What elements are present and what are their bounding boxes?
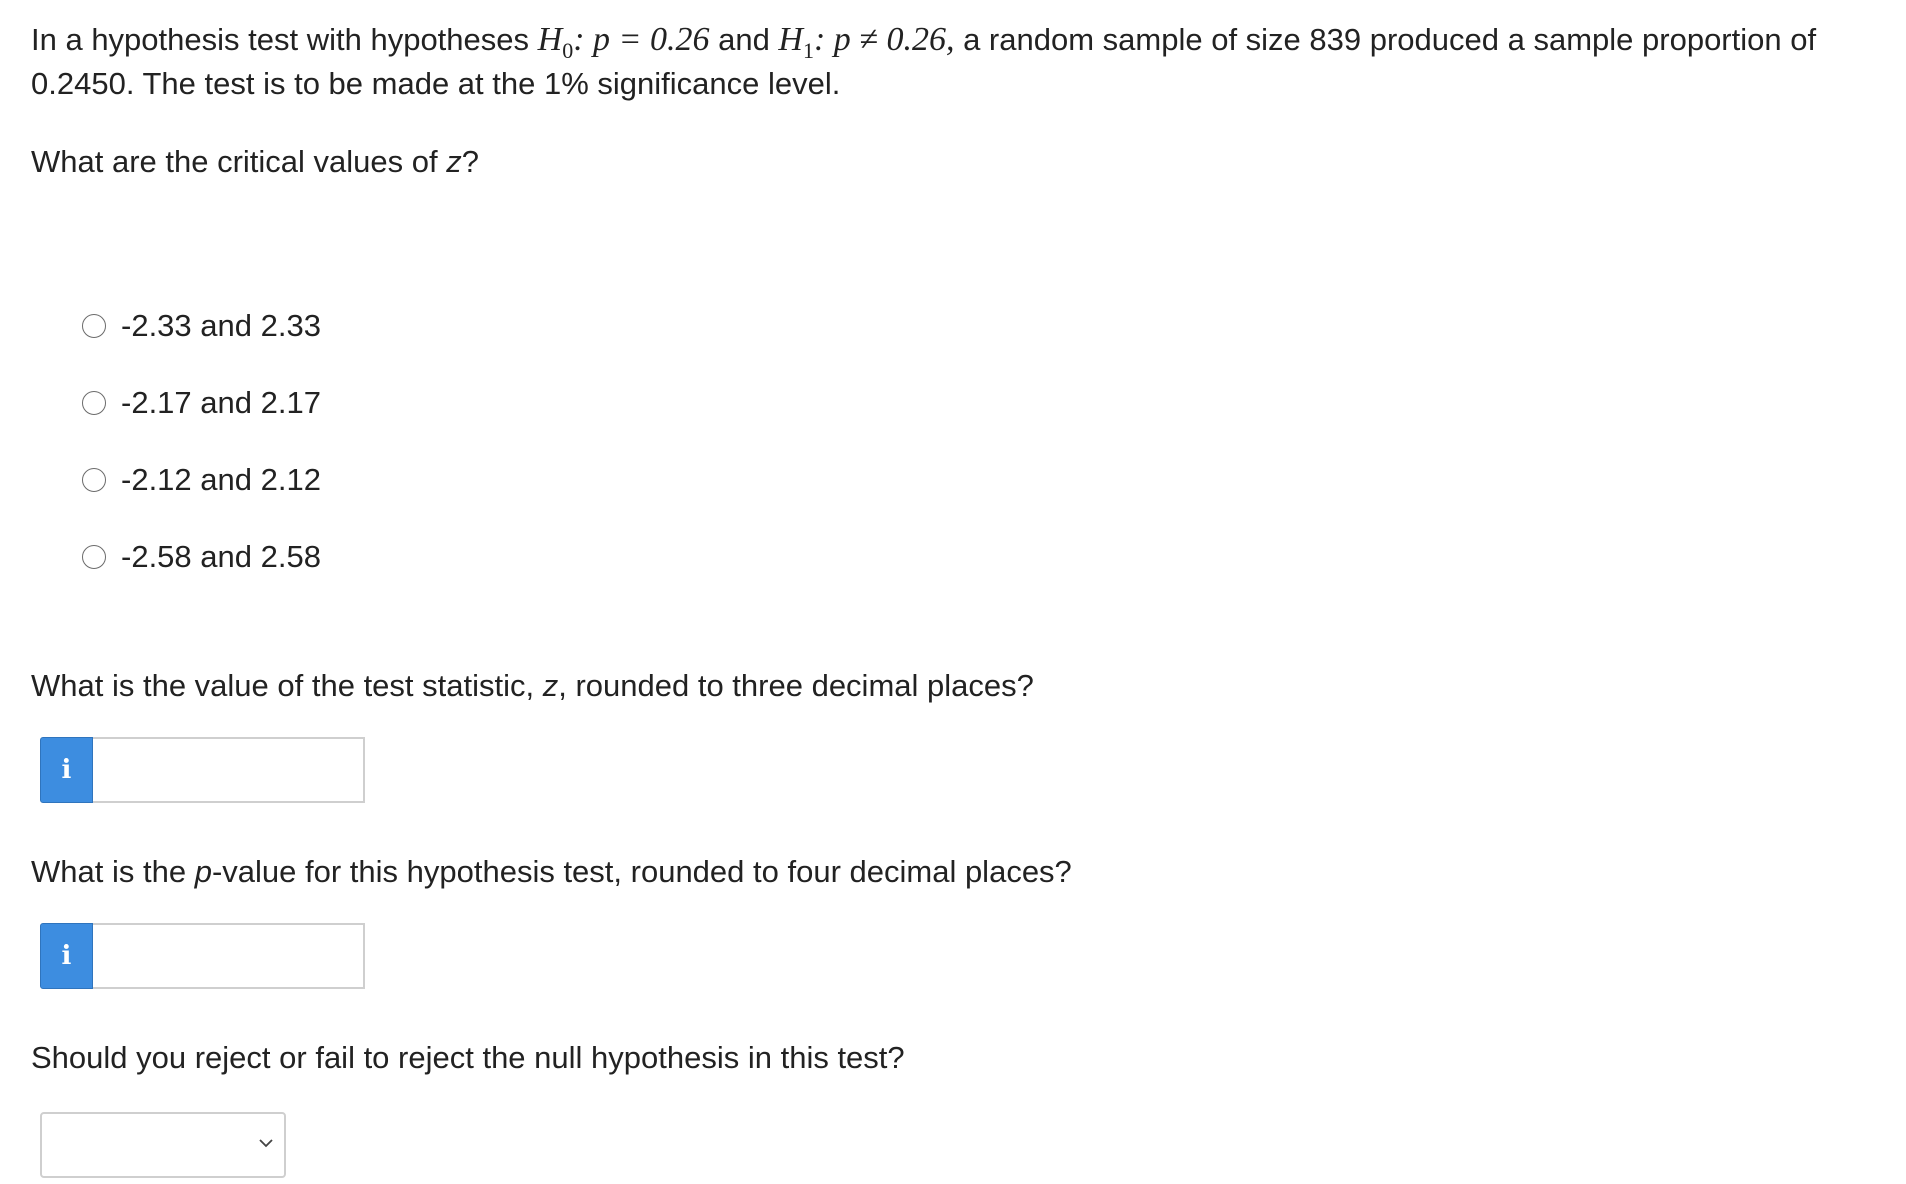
option-3[interactable]: -2.12 and 2.12 (82, 458, 321, 502)
p-value-input[interactable] (93, 923, 365, 989)
test-statistic-input[interactable] (93, 737, 365, 803)
option-label: -2.17 and 2.17 (121, 385, 321, 420)
p-value-prompt: What is the p-value for this hypothesis … (31, 854, 1072, 889)
question-container: In a hypothesis test with hypotheses H0:… (31, 18, 1881, 1178)
radio-button[interactable] (82, 468, 106, 492)
p-value-answer: i (40, 923, 365, 989)
option-4[interactable]: -2.58 and 2.58 (82, 535, 321, 579)
radio-button[interactable] (82, 391, 106, 415)
option-label: -2.58 and 2.58 (121, 539, 321, 574)
radio-button[interactable] (82, 314, 106, 338)
test-statistic-prompt: What is the value of the test statistic,… (31, 668, 1034, 703)
and-text: and (709, 22, 779, 57)
h0-hypothesis: H0: p = 0.26 (537, 21, 710, 63)
question-text: In a hypothesis test with hypotheses H0:… (31, 18, 1881, 106)
intro-prefix: In a hypothesis test with hypotheses (31, 22, 538, 57)
option-1[interactable]: -2.33 and 2.33 (82, 304, 321, 348)
critical-values-prompt: What are the critical values of z? (31, 144, 479, 179)
critical-values-options: -2.33 and 2.33 -2.17 and 2.17 -2.12 and … (82, 304, 321, 612)
info-icon[interactable]: i (40, 923, 93, 989)
option-2[interactable]: -2.17 and 2.17 (82, 381, 321, 425)
chevron-down-icon (259, 1139, 273, 1148)
option-label: -2.33 and 2.33 (121, 308, 321, 343)
info-icon[interactable]: i (40, 737, 93, 803)
reject-decision-prompt: Should you reject or fail to reject the … (31, 1040, 905, 1075)
test-statistic-answer: i (40, 737, 365, 803)
radio-button[interactable] (82, 545, 106, 569)
option-label: -2.12 and 2.12 (121, 462, 321, 497)
reject-decision-select[interactable] (40, 1112, 286, 1178)
h1-hypothesis: H1: p ≠ 0.26, (778, 21, 955, 63)
